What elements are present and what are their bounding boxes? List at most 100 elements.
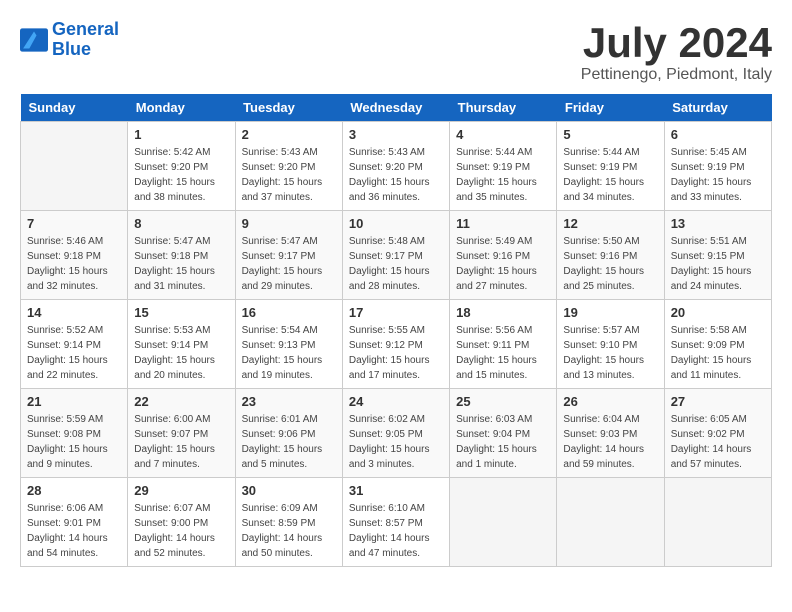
day-number: 1 bbox=[134, 127, 228, 142]
day-info: Sunrise: 6:04 AMSunset: 9:03 PMDaylight:… bbox=[563, 412, 657, 472]
week-row-2: 7Sunrise: 5:46 AMSunset: 9:18 PMDaylight… bbox=[21, 211, 772, 300]
day-number: 3 bbox=[349, 127, 443, 142]
day-info: Sunrise: 5:59 AMSunset: 9:08 PMDaylight:… bbox=[27, 412, 121, 472]
day-number: 12 bbox=[563, 216, 657, 231]
day-info: Sunrise: 5:55 AMSunset: 9:12 PMDaylight:… bbox=[349, 323, 443, 383]
day-number: 22 bbox=[134, 394, 228, 409]
day-cell-8: 8Sunrise: 5:47 AMSunset: 9:18 PMDaylight… bbox=[128, 211, 235, 300]
calendar-body: 1 Sunrise: 5:42 AMSunset: 9:20 PMDaylight… bbox=[21, 122, 772, 567]
day-cell-4: 4 Sunrise: 5:44 AMSunset: 9:19 PMDaylight… bbox=[450, 122, 557, 211]
day-cell-31: 31Sunrise: 6:10 AMSunset: 8:57 PMDayligh… bbox=[342, 478, 449, 567]
day-info: Sunrise: 5:53 AMSunset: 9:14 PMDaylight:… bbox=[134, 323, 228, 383]
empty-cell bbox=[664, 478, 771, 567]
day-cell-17: 17 Sunrise: 5:55 AMSunset: 9:12 PMDayligh… bbox=[342, 300, 449, 389]
location-subtitle: Pettinengo, Piedmont, Italy bbox=[581, 66, 772, 84]
weekday-thursday: Thursday bbox=[450, 94, 557, 122]
day-info: Sunrise: 5:54 AMSunset: 9:13 PMDaylight:… bbox=[242, 323, 336, 383]
month-title: July 2024 bbox=[581, 20, 772, 66]
day-info: Sunrise: 6:06 AMSunset: 9:01 PMDaylight:… bbox=[27, 501, 121, 561]
day-cell-21: 21Sunrise: 5:59 AMSunset: 9:08 PMDayligh… bbox=[21, 389, 128, 478]
logo-line1: General bbox=[52, 19, 119, 39]
day-number: 8 bbox=[134, 216, 228, 231]
day-info: Sunrise: 6:07 AMSunset: 9:00 PMDaylight:… bbox=[134, 501, 228, 561]
day-info: Sunrise: 6:00 AMSunset: 9:07 PMDaylight:… bbox=[134, 412, 228, 472]
weekday-friday: Friday bbox=[557, 94, 664, 122]
weekday-saturday: Saturday bbox=[664, 94, 771, 122]
day-cell-25: 25Sunrise: 6:03 AMSunset: 9:04 PMDayligh… bbox=[450, 389, 557, 478]
weekday-sunday: Sunday bbox=[21, 94, 128, 122]
day-number: 30 bbox=[242, 483, 336, 498]
header: General Blue July 2024 Pettinengo, Piedm… bbox=[20, 20, 772, 84]
day-cell-6: 6Sunrise: 5:45 AMSunset: 9:19 PMDaylight… bbox=[664, 122, 771, 211]
day-cell-16: 16 Sunrise: 5:54 AMSunset: 9:13 PMDayligh… bbox=[235, 300, 342, 389]
weekday-tuesday: Tuesday bbox=[235, 94, 342, 122]
week-row-4: 21Sunrise: 5:59 AMSunset: 9:08 PMDayligh… bbox=[21, 389, 772, 478]
weekday-monday: Monday bbox=[128, 94, 235, 122]
day-number: 25 bbox=[456, 394, 550, 409]
day-number: 18 bbox=[456, 305, 550, 320]
day-info: Sunrise: 5:42 AMSunset: 9:20 PMDaylight:… bbox=[134, 145, 228, 205]
day-number: 13 bbox=[671, 216, 765, 231]
day-number: 23 bbox=[242, 394, 336, 409]
day-number: 9 bbox=[242, 216, 336, 231]
day-info: Sunrise: 6:05 AMSunset: 9:02 PMDaylight:… bbox=[671, 412, 765, 472]
logo-line2: Blue bbox=[52, 39, 91, 59]
day-info: Sunrise: 6:10 AMSunset: 8:57 PMDaylight:… bbox=[349, 501, 443, 561]
day-number: 14 bbox=[27, 305, 121, 320]
day-cell-10: 10 Sunrise: 5:48 AMSunset: 9:17 PMDayligh… bbox=[342, 211, 449, 300]
day-number: 2 bbox=[242, 127, 336, 142]
day-cell-5: 5 Sunrise: 5:44 AMSunset: 9:19 PMDaylight… bbox=[557, 122, 664, 211]
day-info: Sunrise: 5:43 AMSunset: 9:20 PMDaylight:… bbox=[349, 145, 443, 205]
weekday-wednesday: Wednesday bbox=[342, 94, 449, 122]
day-info: Sunrise: 5:48 AMSunset: 9:17 PMDaylight:… bbox=[349, 234, 443, 294]
day-cell-15: 15 Sunrise: 5:53 AMSunset: 9:14 PMDayligh… bbox=[128, 300, 235, 389]
day-number: 17 bbox=[349, 305, 443, 320]
day-number: 11 bbox=[456, 216, 550, 231]
day-cell-28: 28Sunrise: 6:06 AMSunset: 9:01 PMDayligh… bbox=[21, 478, 128, 567]
day-info: Sunrise: 5:50 AMSunset: 9:16 PMDaylight:… bbox=[563, 234, 657, 294]
logo: General Blue bbox=[20, 20, 119, 60]
day-number: 27 bbox=[671, 394, 765, 409]
empty-cell bbox=[21, 122, 128, 211]
weekday-header-row: SundayMondayTuesdayWednesdayThursdayFrid… bbox=[21, 94, 772, 122]
day-number: 5 bbox=[563, 127, 657, 142]
day-info: Sunrise: 5:58 AMSunset: 9:09 PMDaylight:… bbox=[671, 323, 765, 383]
day-number: 10 bbox=[349, 216, 443, 231]
day-cell-11: 11 Sunrise: 5:49 AMSunset: 9:16 PMDayligh… bbox=[450, 211, 557, 300]
day-cell-7: 7Sunrise: 5:46 AMSunset: 9:18 PMDaylight… bbox=[21, 211, 128, 300]
day-info: Sunrise: 5:44 AMSunset: 9:19 PMDaylight:… bbox=[563, 145, 657, 205]
day-cell-13: 13Sunrise: 5:51 AMSunset: 9:15 PMDayligh… bbox=[664, 211, 771, 300]
day-cell-1: 1 Sunrise: 5:42 AMSunset: 9:20 PMDaylight… bbox=[128, 122, 235, 211]
day-cell-30: 30 Sunrise: 6:09 AMSunset: 8:59 PMDayligh… bbox=[235, 478, 342, 567]
day-number: 29 bbox=[134, 483, 228, 498]
day-number: 19 bbox=[563, 305, 657, 320]
day-cell-19: 19 Sunrise: 5:57 AMSunset: 9:10 PMDayligh… bbox=[557, 300, 664, 389]
day-info: Sunrise: 5:56 AMSunset: 9:11 PMDaylight:… bbox=[456, 323, 550, 383]
logo-text: General Blue bbox=[52, 20, 119, 60]
logo-icon bbox=[20, 28, 48, 52]
day-cell-14: 14 Sunrise: 5:52 AMSunset: 9:14 PMDayligh… bbox=[21, 300, 128, 389]
day-cell-23: 23Sunrise: 6:01 AMSunset: 9:06 PMDayligh… bbox=[235, 389, 342, 478]
day-number: 20 bbox=[671, 305, 765, 320]
day-number: 6 bbox=[671, 127, 765, 142]
day-cell-22: 22 Sunrise: 6:00 AMSunset: 9:07 PMDayligh… bbox=[128, 389, 235, 478]
day-number: 4 bbox=[456, 127, 550, 142]
day-info: Sunrise: 5:44 AMSunset: 9:19 PMDaylight:… bbox=[456, 145, 550, 205]
day-info: Sunrise: 6:02 AMSunset: 9:05 PMDaylight:… bbox=[349, 412, 443, 472]
day-number: 16 bbox=[242, 305, 336, 320]
day-info: Sunrise: 5:52 AMSunset: 9:14 PMDaylight:… bbox=[27, 323, 121, 383]
day-cell-20: 20 Sunrise: 5:58 AMSunset: 9:09 PMDayligh… bbox=[664, 300, 771, 389]
week-row-5: 28Sunrise: 6:06 AMSunset: 9:01 PMDayligh… bbox=[21, 478, 772, 567]
calendar-header: SundayMondayTuesdayWednesdayThursdayFrid… bbox=[21, 94, 772, 122]
empty-cell bbox=[450, 478, 557, 567]
day-info: Sunrise: 5:46 AMSunset: 9:18 PMDaylight:… bbox=[27, 234, 121, 294]
day-cell-3: 3 Sunrise: 5:43 AMSunset: 9:20 PMDaylight… bbox=[342, 122, 449, 211]
day-info: Sunrise: 6:09 AMSunset: 8:59 PMDaylight:… bbox=[242, 501, 336, 561]
day-number: 15 bbox=[134, 305, 228, 320]
day-info: Sunrise: 5:49 AMSunset: 9:16 PMDaylight:… bbox=[456, 234, 550, 294]
day-cell-27: 27 Sunrise: 6:05 AMSunset: 9:02 PMDayligh… bbox=[664, 389, 771, 478]
day-info: Sunrise: 5:57 AMSunset: 9:10 PMDaylight:… bbox=[563, 323, 657, 383]
day-cell-18: 18 Sunrise: 5:56 AMSunset: 9:11 PMDayligh… bbox=[450, 300, 557, 389]
empty-cell bbox=[557, 478, 664, 567]
week-row-1: 1 Sunrise: 5:42 AMSunset: 9:20 PMDaylight… bbox=[21, 122, 772, 211]
